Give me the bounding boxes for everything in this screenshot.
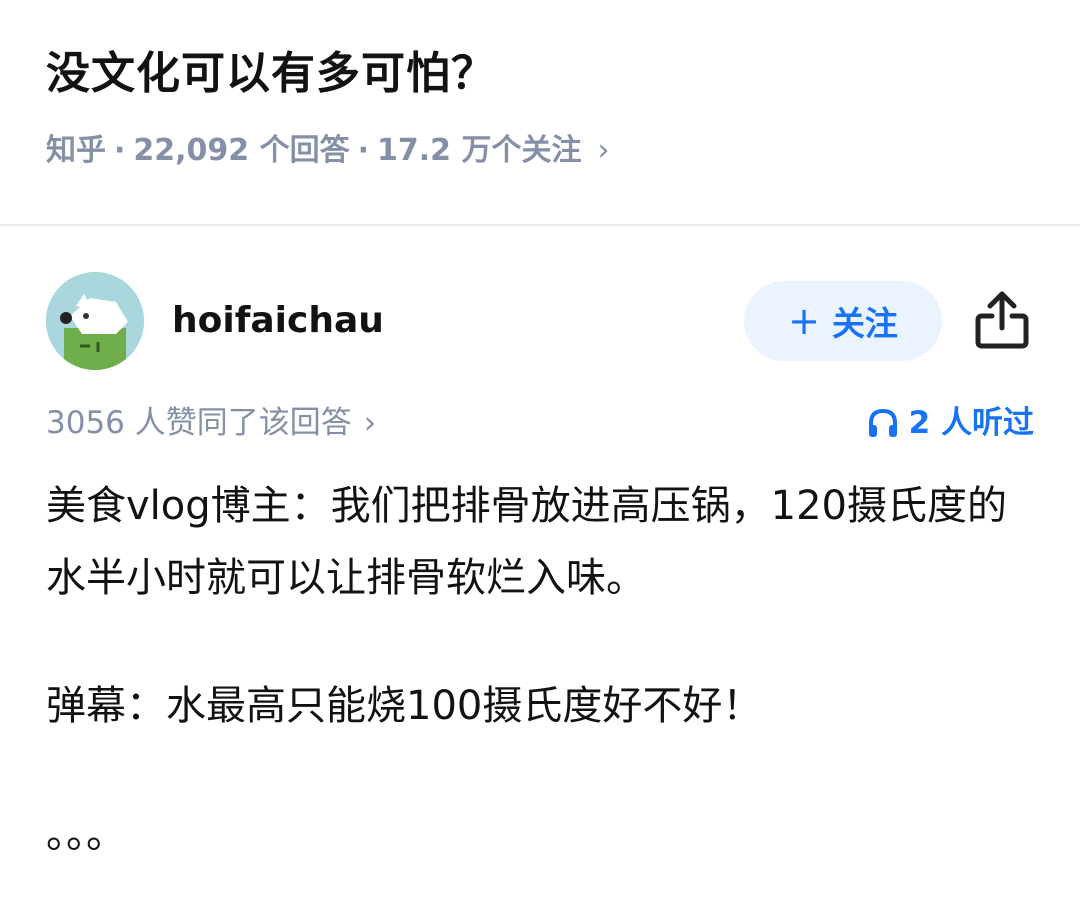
listened-count[interactable]: 2 人听过 — [867, 400, 1034, 446]
headphones-icon — [868, 408, 897, 437]
vote-count-label: 3056 人赞同了该回答 — [46, 405, 352, 441]
follow-button[interactable]: + 关注 — [744, 281, 942, 361]
avatar-image — [46, 272, 144, 370]
answer-content: 美食vlog博主：我们把排骨放进高压锅，120摄氏度的水半小时就可以让排骨软烂入… — [46, 470, 1036, 870]
separator-dot: · — [357, 133, 370, 168]
author-name[interactable]: hoifaichau — [172, 298, 384, 344]
chevron-right-icon: › — [363, 405, 377, 441]
answer-count: 22,092 个回答 — [133, 133, 350, 168]
vote-count[interactable]: 3056 人赞同了该回答 › — [46, 400, 376, 446]
content-paragraph: 。。。 — [46, 811, 126, 857]
listened-label: 2 人听过 — [908, 405, 1034, 441]
share-icon — [975, 291, 1029, 349]
answer-page: 没文化可以有多可怕？ 知乎 · 22,092 个回答 · 17.2 万个关注 › hoif… — [0, 0, 1080, 909]
source-label: 知乎 — [46, 133, 106, 168]
avatar[interactable] — [46, 272, 144, 370]
divider — [0, 224, 1080, 226]
separator-dot: · — [114, 133, 126, 168]
content-paragraph: 弹幕：水最高只能烧100摄氏度好不好！ — [46, 683, 763, 729]
follower-count: 17.2 万个关注 — [377, 133, 582, 168]
question-title[interactable]: 没文化可以有多可怕？ — [46, 44, 496, 104]
chevron-right-icon: › — [597, 133, 610, 168]
share-button[interactable] — [972, 288, 1032, 352]
plus-icon: + — [788, 299, 820, 343]
question-meta[interactable]: 知乎 · 22,092 个回答 · 17.2 万个关注 › — [46, 128, 610, 174]
follow-label: 关注 — [831, 304, 898, 343]
content-paragraph: 美食vlog博主：我们把排骨放进高压锅，120摄氏度的水半小时就可以让排骨软烂入… — [46, 483, 1007, 601]
